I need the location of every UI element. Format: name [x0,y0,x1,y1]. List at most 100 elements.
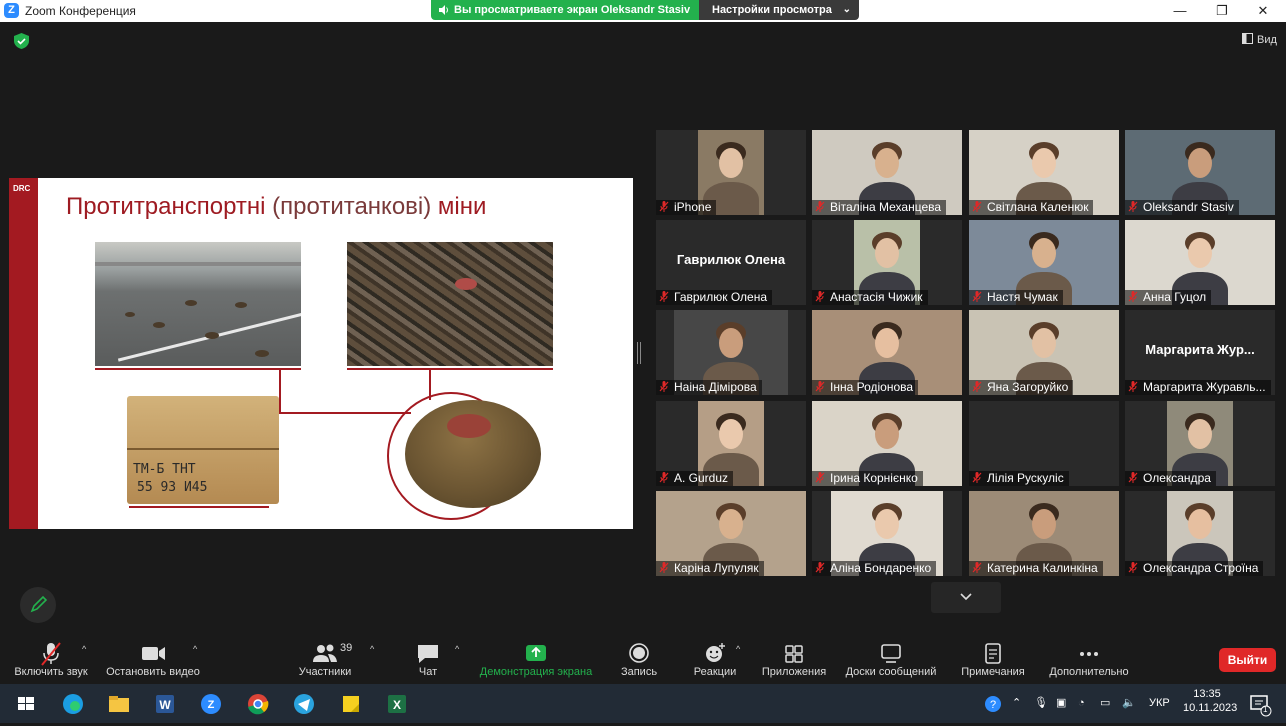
crate-marking-2: 55 93 И45 [137,480,208,495]
participant-tile[interactable]: Аліна Бондаренко [812,491,962,576]
annotate-pen-button[interactable] [20,587,56,623]
muted-mic-icon [659,291,669,302]
muted-mic-icon [815,201,825,212]
reactions-button[interactable]: Реакции [688,636,742,684]
participant-tile[interactable]: Інна Родіонова [812,310,962,395]
participants-button[interactable]: 39 Участники [294,636,356,684]
participant-tile[interactable]: Олександра [1125,401,1275,486]
more-button[interactable]: Дополнительно [1044,636,1134,684]
view-options-dropdown[interactable]: Настройки просмотра ⌄ [699,0,859,20]
sticky-notes-icon[interactable] [337,690,365,718]
encryption-shield-icon[interactable] [14,33,29,49]
notifications-button[interactable]: 1 [1248,684,1272,723]
participant-name-bar: Маргарита Журавль... [1125,380,1271,395]
wifi-icon[interactable]: ◔ [1078,684,1085,723]
participant-tile[interactable]: Катерина Калинкіна [969,491,1119,576]
participant-tile[interactable]: Настя Чумак [969,220,1119,305]
gallery-next-page-button[interactable] [931,582,1001,613]
audio-options-caret[interactable]: ^ [82,644,86,654]
viewing-share-text: Вы просматриваете экран Oleksandr Stasiv [454,4,691,16]
apps-button[interactable]: Приложения [756,636,832,684]
video-options-caret[interactable]: ^ [193,644,197,654]
muted-mic-icon [972,201,982,212]
viewing-share-indicator: Вы просматриваете экран Oleksandr Stasiv [431,0,699,20]
view-button[interactable]: Вид [1242,33,1277,46]
share-screen-icon [526,645,546,661]
participant-tile[interactable]: Олександра Строїна [1125,491,1275,576]
participant-name: Ірина Корнієнко [830,471,918,485]
maximize-button[interactable]: ❐ [1199,0,1245,22]
participant-tile[interactable]: Гаврилюк Олена Гаврилюк Олена [656,220,806,305]
tray-expand-icon[interactable]: ⌃ [1012,684,1021,723]
participant-tile[interactable]: A. Gurduz [656,401,806,486]
participant-name-bar: Настя Чумак [969,290,1063,305]
leave-meeting-button[interactable]: Выйти [1219,648,1276,672]
volume-icon[interactable]: 🔈 [1122,684,1136,723]
participant-name-bar: Олександра Строїна [1125,561,1264,576]
edge-browser-icon[interactable] [59,690,87,718]
participant-name: Oleksandr Stasiv [1143,200,1234,214]
input-language[interactable]: УКР [1149,684,1170,723]
notes-button[interactable]: Примечания [956,636,1030,684]
participant-name: Віталіна Механцева [830,200,942,214]
participant-tile[interactable]: Віталіна Механцева [812,130,962,215]
tray-mic-icon[interactable]: 🎙 [1034,684,1048,723]
shared-screen-slide: DRC Протитранспортні (протитанкові) міни… [9,178,633,529]
chat-options-caret[interactable]: ^ [455,644,459,654]
apps-icon [785,645,803,663]
stop-video-button[interactable]: Остановить видео [104,636,202,684]
windows-taskbar: W Z X ? ⌃ 🎙 ▣ ◔ ▭ 🔈 УКР 13:35 10.11.2023 … [0,684,1286,723]
excel-icon[interactable]: X [383,690,411,718]
clock[interactable]: 13:35 10.11.2023 [1183,684,1238,723]
participant-name: Наіна Дімірова [674,380,757,394]
minimize-button[interactable]: — [1157,0,1203,22]
participant-tile[interactable]: Наіна Дімірова [656,310,806,395]
participant-tile[interactable]: Ірина Корнієнко [812,401,962,486]
tray-screen-icon[interactable]: ▣ [1056,684,1066,723]
muted-mic-icon [972,472,982,483]
share-screen-button[interactable]: Демонстрация экрана [474,636,598,684]
participant-face [719,148,743,178]
participants-icon [313,644,337,662]
participant-tile[interactable]: Каріна Лупуляк [656,491,806,576]
record-button[interactable]: Запись [612,636,666,684]
reactions-options-caret[interactable]: ^ [736,644,740,654]
participant-name-bar: Світлана Каленюк [969,200,1094,215]
participant-name: Інна Родіонова [830,380,914,394]
muted-mic-icon [659,472,669,483]
participants-options-caret[interactable]: ^ [370,644,374,654]
participant-tile[interactable]: Світлана Каленюк [969,130,1119,215]
participant-tile[interactable]: Анна Гуцол [1125,220,1275,305]
zoom-app-icon[interactable]: Z [197,690,225,718]
help-icon[interactable]: ? [984,684,1002,723]
window-title: Zoom Конференция [25,4,136,18]
telegram-icon[interactable] [290,690,318,718]
drc-logo: DRC [13,184,31,193]
word-icon[interactable]: W [151,690,179,718]
participant-tile[interactable]: Лілія Рускуліс [969,401,1119,486]
participant-tile[interactable]: iPhone [656,130,806,215]
clock-date: 10.11.2023 [1183,702,1238,714]
chrome-icon[interactable] [244,690,272,718]
view-options-label: Настройки просмотра [712,4,832,16]
participant-tile[interactable]: Анастасія Чижик [812,220,962,305]
windows-start-icon[interactable] [12,690,40,718]
participant-face [1032,238,1056,268]
muted-mic-icon [972,562,982,573]
participant-tile[interactable]: Яна Загоруйко [969,310,1119,395]
connector-line [95,368,301,370]
participant-tile[interactable]: Oleksandr Stasiv [1125,130,1275,215]
video-camera-icon [142,647,165,660]
participant-face [1188,419,1212,449]
participant-tile[interactable]: Маргарита Жур... Маргарита Журавль... [1125,310,1275,395]
participant-name-bar: iPhone [656,200,717,215]
participant-face [1032,509,1056,539]
clock-time: 13:35 [1193,688,1221,700]
chat-button[interactable]: Чат [404,636,452,684]
battery-icon[interactable]: ▭ [1100,684,1110,723]
whiteboards-button[interactable]: Доски сообщений [840,636,942,684]
splitter-handle[interactable] [637,342,641,364]
participant-name: Олександра [1143,471,1211,485]
close-button[interactable]: ✕ [1240,0,1286,22]
file-explorer-icon[interactable] [105,690,133,718]
